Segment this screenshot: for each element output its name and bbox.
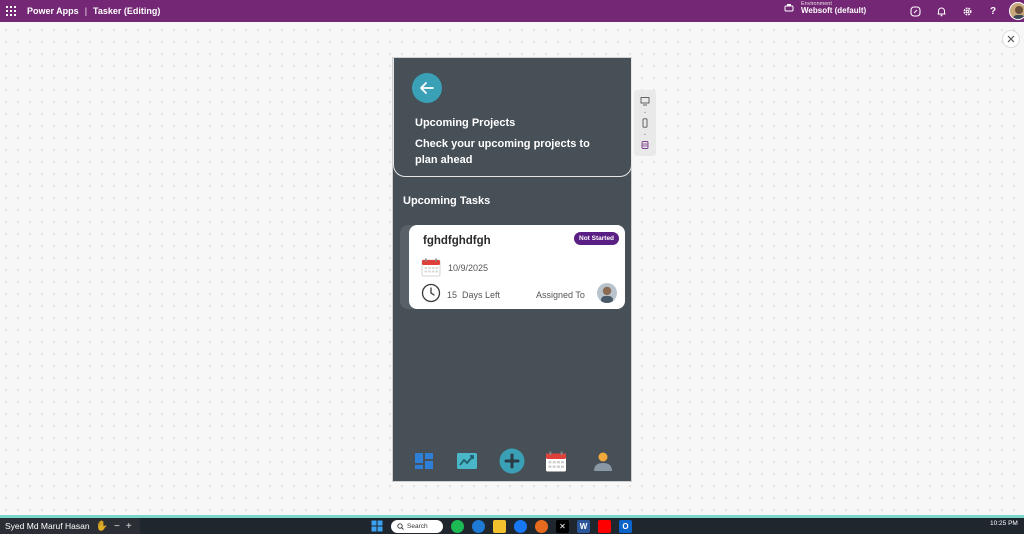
monitor-icon [640,97,650,106]
nav-calendar[interactable] [543,448,569,474]
environment-name: Websoft (default) [801,6,867,16]
nav-profile[interactable] [589,448,615,474]
windows-icon [371,520,382,532]
copilot-button[interactable] [908,4,922,18]
hero-subtitle: Check your upcoming projects to plan ahe… [415,138,590,166]
app-title: Tasker (Editing) [93,6,161,16]
user-avatar[interactable] [1009,2,1024,20]
firefox-icon[interactable] [535,519,548,533]
folder-icon[interactable] [493,519,506,533]
gear-icon [962,6,972,16]
title-separator: | [84,6,88,16]
add-icon[interactable]: + [126,521,132,532]
phone-view-button[interactable] [639,117,651,129]
nav-dashboard[interactable] [411,448,437,474]
database-icon [641,141,649,149]
clock-icon [421,283,441,303]
assigned-to-label: Assigned To [536,290,585,300]
phone-icon [642,118,648,128]
environment-picker[interactable]: Environment Websoft (default) [784,1,866,16]
search-icon [397,522,404,530]
hand-icon[interactable]: ✋ [96,521,108,532]
environment-icon [784,4,794,12]
meeting-user-chip[interactable]: Syed Md Maruf Hasan ✋ − + [0,518,140,534]
settings-button[interactable] [960,4,974,18]
start-button[interactable] [370,520,383,533]
waffle-icon [6,6,16,16]
environment-label: Environment [801,1,832,7]
data-view-button[interactable] [639,139,651,151]
edge-icon[interactable] [472,519,485,533]
minimize-icon[interactable]: − [114,521,120,532]
close-preview-button[interactable] [1002,30,1020,48]
taskbar-search[interactable]: Search [391,519,443,533]
bell-icon [937,7,945,16]
help-icon: ? [989,5,997,17]
task-name: fghdfghdfgh [423,235,491,247]
user-name: Syed Md Maruf Hasan [5,521,90,531]
status-badge: Not Started [574,232,620,245]
profile-icon [594,452,612,471]
device-toolbar: ⌄ ⌄ [634,90,656,156]
section-title: Upcoming Tasks [403,195,491,207]
nav-add[interactable] [499,448,525,474]
chevron-down-icon: ⌄ [642,109,648,115]
youtube-icon[interactable] [598,519,611,533]
app-screen: Upcoming Projects Check your upcoming pr… [392,57,632,482]
bottom-nav [393,448,633,478]
os-taskbar: Syed Md Maruf Hasan ✋ − + Search ✕ W O 1 [0,518,1024,534]
word-icon[interactable]: W [577,519,590,533]
facebook-icon[interactable] [514,519,527,533]
assignee-avatar[interactable] [597,283,617,303]
desktop-view-button[interactable] [639,95,651,107]
calendar-icon [421,258,441,277]
analytics-icon [457,453,477,469]
back-button[interactable] [412,73,442,103]
hero-title: Upcoming Projects [415,117,516,129]
search-label: Search [407,522,428,530]
copilot-icon [909,5,921,17]
arrow-left-icon [420,82,434,94]
days-left-label: Days Left [462,290,501,300]
outlook-icon[interactable]: O [619,519,632,533]
user-photo-icon [1013,6,1024,19]
nav-analytics[interactable] [454,448,480,474]
calendar-icon [546,451,566,471]
task-due-date: 10/9/2025 [448,263,489,273]
brand-name[interactable]: Power Apps [27,6,79,16]
add-icon [499,448,525,474]
hero-header: Upcoming Projects Check your upcoming pr… [393,58,632,177]
task-card[interactable]: fghdfghdfgh Not Started 10/9/2025 15 Day… [409,225,625,309]
help-button[interactable]: ? [986,4,1000,18]
chevron-down-icon: ⌄ [642,131,648,137]
clock-time: 10:25 PM [990,520,1018,527]
top-app-bar: Power Apps | Tasker (Editing) Environmen… [0,0,1024,22]
days-left-number: 15 [447,290,458,300]
app-launcher-button[interactable] [0,0,22,22]
notifications-button[interactable] [934,4,948,18]
x-icon[interactable]: ✕ [556,519,569,533]
dashboard-icon [415,453,433,469]
spotify-icon[interactable] [451,519,464,533]
close-icon [1007,35,1015,43]
assignee-photo-icon [601,286,613,303]
system-clock[interactable]: 10:25 PM [990,520,1018,528]
